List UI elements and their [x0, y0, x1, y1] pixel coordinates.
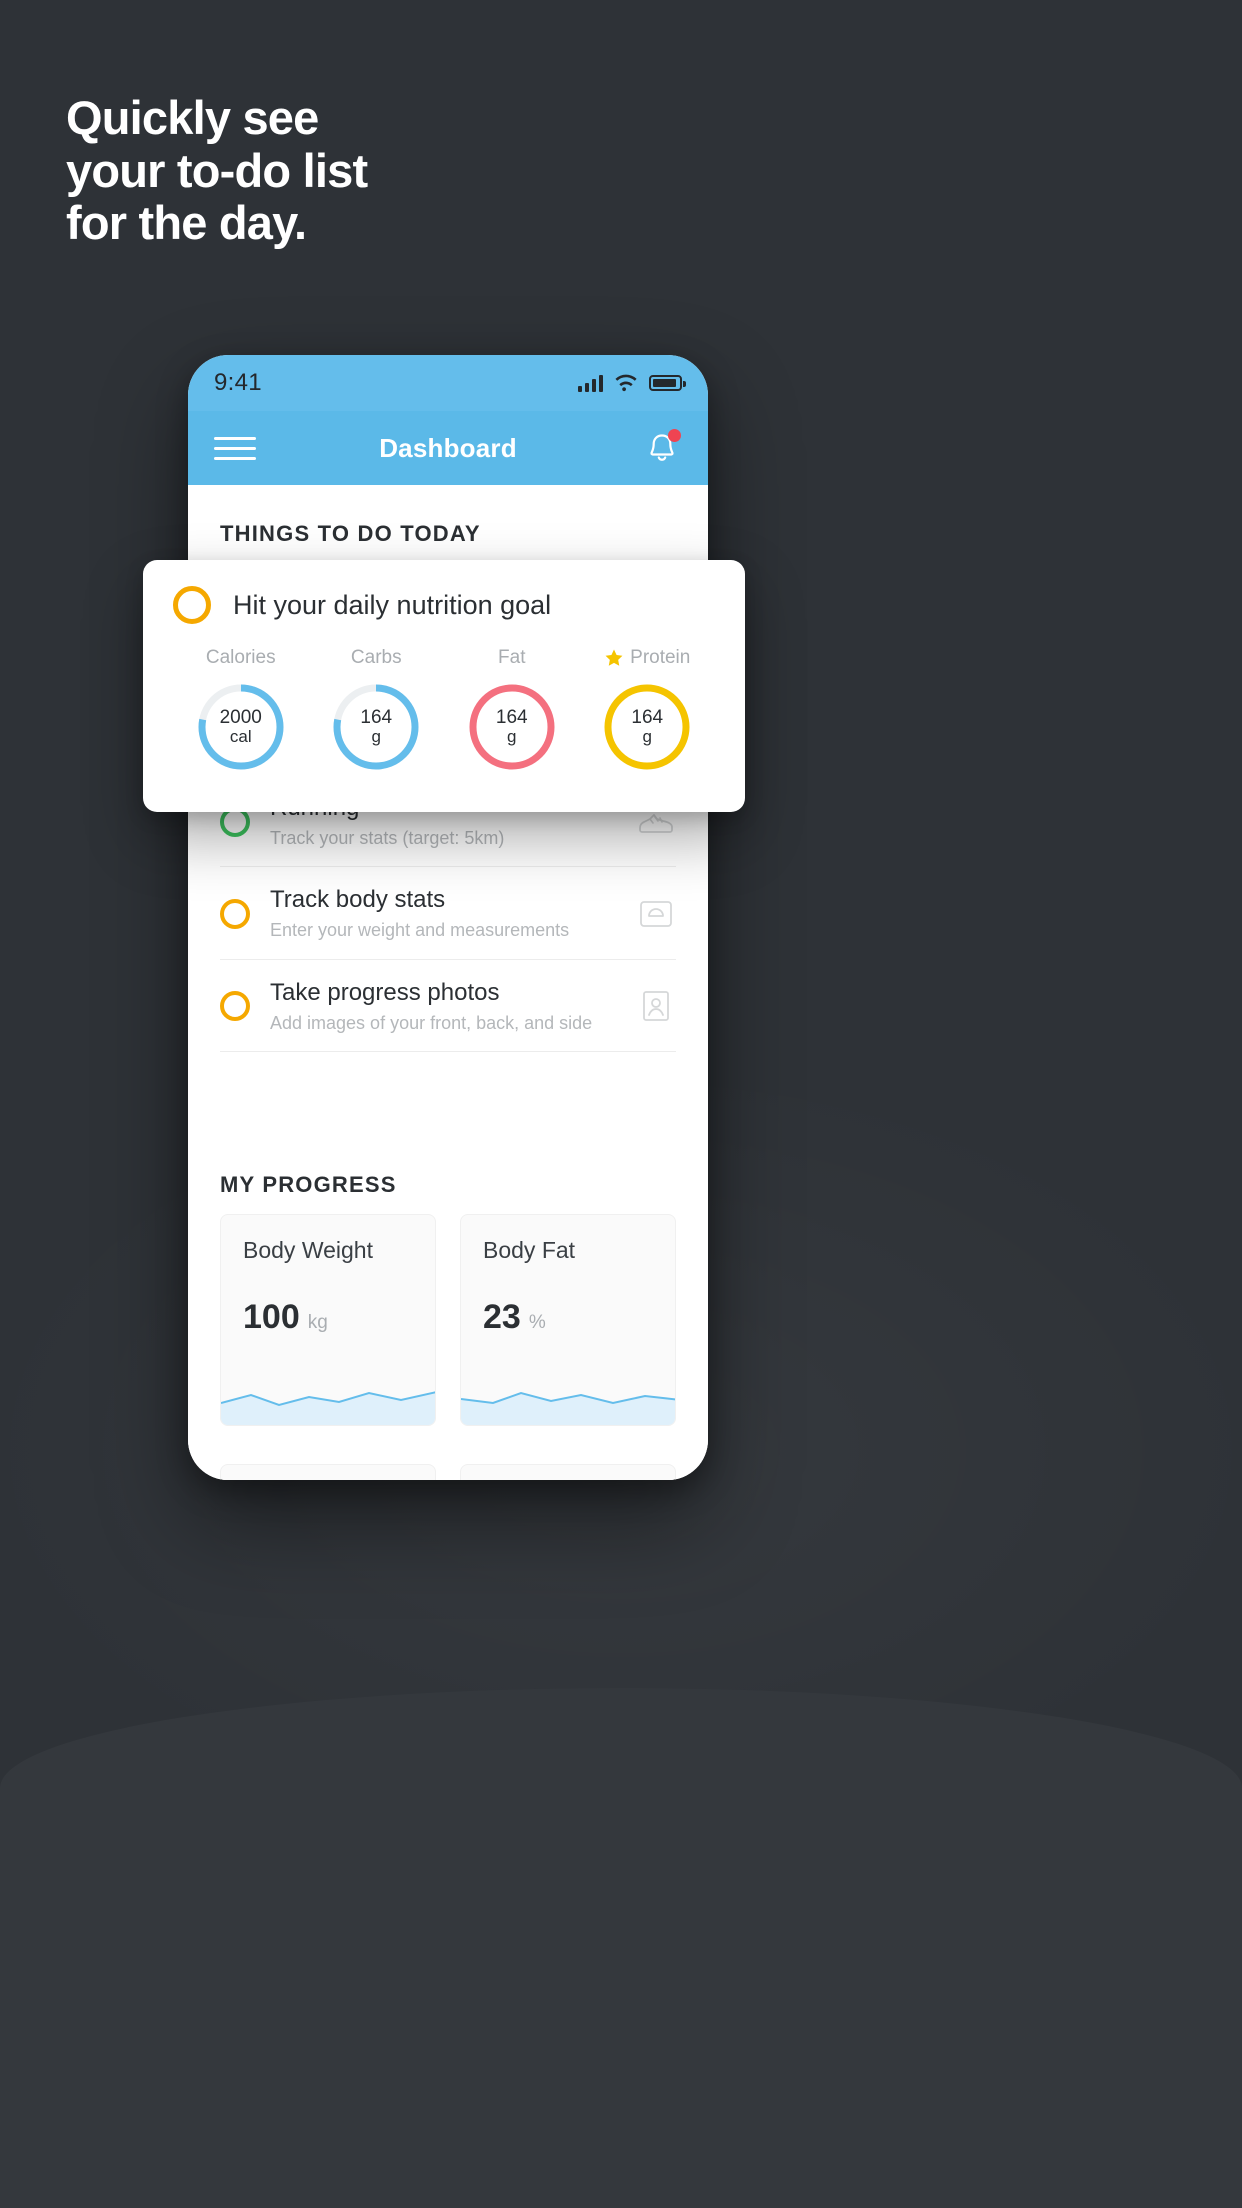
progress-card-unit: kg [307, 1312, 328, 1334]
headline-line-2: your to-do list [66, 143, 368, 197]
task-checkbox-icon[interactable] [220, 991, 250, 1022]
macro-label: Protein [630, 647, 691, 668]
progress-card-grid-secondary [188, 1448, 708, 1480]
progress-card-grid: Body Weight 100 kg Body Fat 23 % [188, 1198, 708, 1427]
progress-card-label: Body Fat [483, 1237, 576, 1264]
macro-label-wrap: Carbs [351, 646, 402, 670]
task-title: Track body stats [270, 886, 446, 914]
macro-label: Carbs [350, 647, 402, 668]
wifi-icon [615, 374, 637, 392]
nutrition-goal-card[interactable]: Hit your daily nutrition goal Calories 2… [143, 560, 745, 812]
macro-value: 164 [360, 706, 393, 728]
task-subtitle: Enter your weight and measurements [270, 920, 570, 941]
headline-line-1: Quickly see [66, 91, 319, 144]
app-bar: Dashboard [188, 411, 708, 485]
macro-value: 2000 [219, 706, 262, 728]
progress-card-partial-left[interactable] [220, 1464, 436, 1480]
macro-unit: g [642, 727, 652, 747]
headline-line-3: for the day. [66, 196, 307, 250]
macro-center-text: 2000 cal [195, 681, 287, 773]
phone-mockup: 9:41 Dashboard THINGS TO DO TODAY Track … [188, 355, 708, 1480]
macro-label-wrap: Calories [206, 646, 276, 670]
status-time: 9:41 [214, 369, 262, 396]
notification-bell-button[interactable] [642, 428, 682, 468]
task-subtitle: Track your stats (target: 5km) [270, 827, 505, 848]
task-text: Take progress photos Add images of your … [270, 979, 616, 1034]
scale-icon [640, 901, 672, 927]
progress-card-label: Body Weight [243, 1237, 373, 1264]
sparkline-chart [461, 1392, 675, 1426]
progress-card-body-weight[interactable]: Body Weight 100 kg [220, 1214, 436, 1427]
progress-card-value: 100 [243, 1298, 300, 1337]
task-title: Take progress photos [270, 978, 500, 1006]
task-subtitle: Add images of your front, back, and side [270, 1012, 593, 1033]
progress-section-title: MY PROGRESS [220, 1172, 397, 1198]
macro-center-text: 164 g [601, 681, 693, 773]
macro-label-wrap: Protein [604, 646, 690, 670]
status-icons [578, 374, 686, 392]
macro-center-text: 164 g [466, 681, 558, 773]
macro-label: Calories [205, 647, 276, 668]
nutrition-card-title: Hit your daily nutrition goal [233, 589, 552, 620]
macro-unit: cal [229, 727, 252, 747]
battery-icon [649, 375, 686, 391]
macro-unit: g [371, 727, 381, 747]
task-text: Track body stats Enter your weight and m… [270, 886, 616, 941]
marketing-headline: Quickly see your to-do list for the day. [66, 91, 368, 250]
macro-donut-fat: 164 g [466, 681, 558, 773]
macro-fat: Fat 164 g [444, 646, 580, 773]
star-icon [605, 649, 623, 666]
task-checkbox-icon[interactable] [220, 899, 250, 930]
background-floor-shape [0, 1688, 1242, 2208]
progress-card-value-row: 23 % [461, 1264, 675, 1337]
progress-card-value: 23 [483, 1298, 521, 1337]
progress-card-value-row: 100 kg [221, 1264, 435, 1337]
sparkline-chart [221, 1391, 435, 1426]
progress-card-unit: % [528, 1312, 546, 1334]
photo-portrait-icon [643, 991, 669, 1022]
macro-donut-carbs: 164 g [330, 681, 422, 773]
task-row-take-progress-photos[interactable]: Take progress photos Add images of your … [220, 960, 676, 1053]
macro-donut-protein: 164 g [601, 681, 693, 773]
nutrition-card-header: Hit your daily nutrition goal [173, 586, 715, 624]
macro-ring-row: Calories 2000 cal Carbs 164 g Fat 164 g … [173, 646, 715, 773]
macro-calories: Calories 2000 cal [173, 646, 309, 773]
status-bar: 9:41 [188, 355, 708, 411]
macro-center-text: 164 g [330, 681, 422, 773]
macro-unit: g [507, 727, 517, 747]
todo-list: Running Track your stats (target: 5km) T… [188, 775, 708, 1053]
macro-protein: Protein 164 g [580, 646, 716, 773]
notification-badge-dot [668, 429, 681, 442]
page-title: Dashboard [379, 432, 517, 463]
todo-section-title: THINGS TO DO TODAY [220, 521, 481, 546]
macro-value: 164 [495, 706, 528, 728]
progress-card-body-fat[interactable]: Body Fat 23 % [460, 1214, 676, 1427]
hamburger-menu-icon[interactable] [214, 436, 256, 460]
macro-label-wrap: Fat [498, 646, 525, 670]
progress-card-partial-right[interactable] [460, 1464, 676, 1480]
macro-donut-calories: 2000 cal [195, 681, 287, 773]
task-row-track-body-stats[interactable]: Track body stats Enter your weight and m… [220, 867, 676, 960]
macro-value: 164 [631, 706, 664, 728]
cellular-signal-icon [578, 374, 603, 392]
macro-carbs: Carbs 164 g [309, 646, 445, 773]
macro-label: Fat [498, 647, 526, 668]
task-checkbox-icon[interactable] [173, 586, 211, 624]
